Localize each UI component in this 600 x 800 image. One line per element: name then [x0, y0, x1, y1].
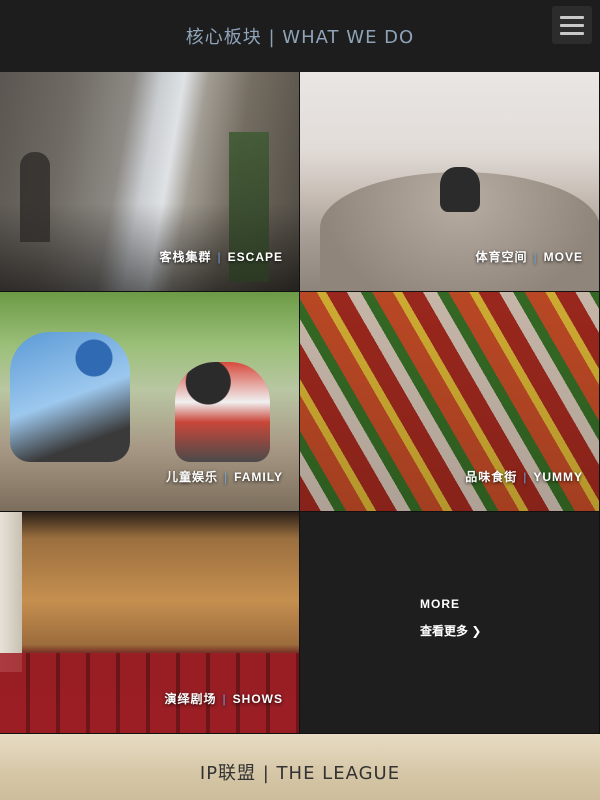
view-more-link[interactable]: 查看更多 ❯ — [420, 622, 481, 639]
caption-separator: | — [533, 250, 538, 264]
view-more-label: 查看更多 — [420, 624, 469, 638]
tile-caption: 客栈集群 | ESCAPE — [160, 248, 284, 265]
tile-caption-cn: 演绎剧场 — [164, 692, 217, 706]
tile-caption: 体育空间 | MOVE — [476, 248, 583, 265]
tile-caption-en: MOVE — [543, 250, 583, 264]
tile-move[interactable]: 体育空间 | MOVE — [300, 72, 600, 292]
tile-caption-cn: 儿童娱乐 — [165, 470, 218, 484]
tile-escape[interactable]: 客栈集群 | ESCAPE — [0, 72, 300, 292]
tile-caption: 演绎剧场 | SHOWS — [165, 690, 283, 707]
tile-more[interactable]: MORE 查看更多 ❯ — [300, 512, 600, 734]
top-bar: 核心板块 | WHAT WE DO — [0, 0, 600, 72]
tile-caption: 品味食街 | YUMMY — [465, 468, 583, 485]
tile-caption-en: YUMMY — [533, 470, 583, 484]
tile-caption-cn: 客栈集群 — [159, 250, 212, 264]
league-title: IP联盟 | THE LEAGUE — [199, 763, 401, 784]
menu-line — [560, 31, 584, 35]
chevron-right-icon: ❯ — [471, 624, 482, 638]
menu-line — [560, 15, 584, 19]
caption-separator: | — [523, 470, 528, 484]
caption-separator: | — [222, 692, 227, 706]
caption-separator: | — [217, 250, 222, 264]
tile-yummy[interactable]: 品味食街 | YUMMY — [300, 292, 600, 512]
more-title: MORE — [420, 597, 460, 611]
tile-caption-cn: 体育空间 — [475, 250, 528, 264]
tile-family[interactable]: 儿童娱乐 | FAMILY — [0, 292, 300, 512]
tile-caption-cn: 品味食街 — [465, 470, 518, 484]
tile-caption: 儿童娱乐 | FAMILY — [166, 468, 283, 485]
caption-separator: | — [223, 470, 229, 484]
tile-caption-en: SHOWS — [232, 692, 283, 706]
tile-caption-en: FAMILY — [234, 470, 283, 484]
section-title: 核心板块 | WHAT WE DO — [185, 27, 415, 48]
tile-caption-en: ESCAPE — [227, 250, 283, 264]
footer-bar: IP联盟 | THE LEAGUE — [0, 734, 600, 800]
menu-line — [560, 23, 584, 27]
tile-shows[interactable]: 演绎剧场 | SHOWS — [0, 512, 300, 734]
core-sections-grid: 客栈集群 | ESCAPE 体育空间 | MOVE 儿童娱乐 | FAMILY 品味食街 | Y… — [0, 72, 600, 734]
hamburger-menu-icon[interactable] — [552, 6, 592, 44]
